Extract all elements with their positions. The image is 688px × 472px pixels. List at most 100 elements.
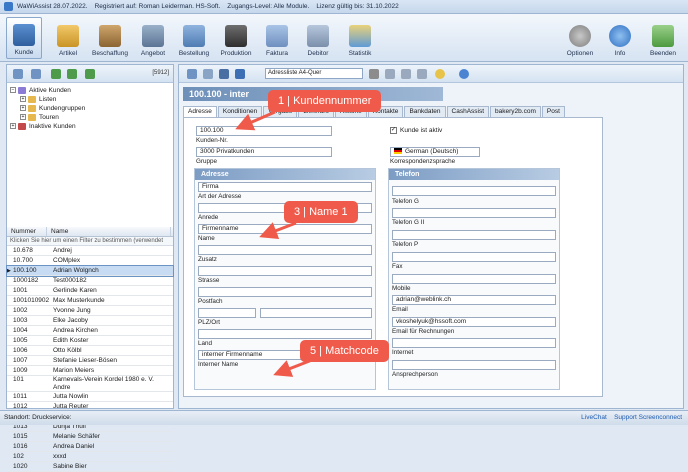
- copy-icon[interactable]: [203, 69, 213, 79]
- table-row[interactable]: ▶ 100.100 Adrian Wolgnch: [6, 265, 174, 277]
- chat-icon[interactable]: [435, 69, 445, 79]
- expand-toggle-icon[interactable]: +: [20, 96, 26, 102]
- expand-icon[interactable]: [31, 69, 41, 79]
- toolbar-kunde-button[interactable]: Kunde: [6, 17, 42, 59]
- print-icon[interactable]: [369, 69, 379, 79]
- fax-input[interactable]: [392, 252, 556, 262]
- table-row[interactable]: 1009 Marion Meiers: [7, 366, 173, 376]
- tree-item-groups[interactable]: + Kundengruppen: [20, 104, 85, 112]
- table-row[interactable]: 10.678 Andrej: [7, 246, 173, 256]
- pobox-input[interactable]: [198, 287, 372, 297]
- table-row[interactable]: 101 Karnevals-Verein Kordel 1980 e. V. An…: [7, 376, 173, 392]
- country-input[interactable]: [198, 329, 372, 339]
- filter-up-icon[interactable]: [85, 69, 95, 79]
- internet-input[interactable]: [392, 338, 556, 348]
- grid-filter-row[interactable]: Klicken Sie hier um einen Filter zu best…: [7, 237, 173, 246]
- cell-name: Edith Koster: [53, 337, 89, 344]
- contact-input[interactable]: [392, 360, 556, 370]
- phone-g2-input[interactable]: [392, 208, 556, 218]
- toolbar-produktion-button[interactable]: Produktion: [218, 17, 254, 59]
- tab-bankdaten[interactable]: Bankdaten: [404, 106, 446, 117]
- pobox-label: Postfach: [198, 298, 223, 305]
- expand-toggle-icon[interactable]: +: [10, 123, 16, 129]
- table-row[interactable]: 1020 Sabine Bier: [7, 462, 173, 472]
- city-input[interactable]: [260, 308, 372, 318]
- livechat-link[interactable]: LiveChat: [581, 414, 607, 421]
- toolbar-artikel-button[interactable]: Artikel: [50, 17, 86, 59]
- tab-post[interactable]: Post: [541, 106, 565, 117]
- table-row[interactable]: 1005 Edith Koster: [7, 336, 173, 346]
- main-toolbar: Kunde Artikel Beschaffung Angebot Bestel…: [0, 14, 688, 62]
- preview-icon[interactable]: [385, 69, 395, 79]
- addition-input[interactable]: [198, 245, 372, 255]
- save-icon[interactable]: [219, 69, 229, 79]
- tab-konditionen[interactable]: Konditionen: [217, 106, 263, 117]
- expand-toggle-icon[interactable]: +: [20, 105, 26, 111]
- tree-item-tours[interactable]: + Touren: [20, 113, 59, 121]
- mobile-input[interactable]: [392, 274, 556, 284]
- table-row[interactable]: 1003 Elke Jacoby: [7, 316, 173, 326]
- group-select[interactable]: 3000 Privatkunden: [196, 147, 332, 157]
- table-row[interactable]: 1015 Melanie Schäfer: [7, 432, 173, 442]
- table-row[interactable]: 1001010902 Max Musterkunde: [7, 296, 173, 306]
- customer-number-input[interactable]: 100.100: [196, 126, 332, 136]
- toolbar-statistik-button[interactable]: Statistik: [343, 17, 377, 59]
- filter-down-icon[interactable]: [51, 69, 61, 79]
- toolbar-beenden-button[interactable]: Beenden: [646, 17, 680, 59]
- table-row[interactable]: 1016 Andrea Daniel: [7, 442, 173, 452]
- help-icon[interactable]: [459, 69, 469, 79]
- column-name-header[interactable]: Name: [47, 227, 171, 236]
- active-checkbox[interactable]: ✓ Kunde ist aktiv: [390, 127, 442, 134]
- zip-input[interactable]: [198, 308, 256, 318]
- email-label: Email: [392, 306, 408, 313]
- collapse-icon[interactable]: [13, 69, 23, 79]
- tree-item-lists[interactable]: + Listen: [20, 95, 56, 103]
- table-row[interactable]: 1000182 Test000182: [7, 276, 173, 286]
- callout-matchcode: 5 | Matchcode: [300, 340, 389, 362]
- invoice-email-input[interactable]: vkoshelyuk@hssoft.com: [392, 317, 556, 327]
- cell-number: 1001: [13, 287, 28, 294]
- filter-icon[interactable]: [67, 69, 77, 79]
- support-link[interactable]: Support Screenconnect: [614, 414, 682, 421]
- name-input[interactable]: Firmenname: [198, 224, 372, 234]
- tree-item-inactive[interactable]: + Inaktive Kunden: [10, 122, 76, 130]
- cell-name: Adrian Wolgnch: [53, 267, 99, 274]
- table-row[interactable]: 102 xxxd: [7, 452, 173, 462]
- procurement-icon: [99, 25, 121, 47]
- table-row[interactable]: 1006 Otto Kölbl: [7, 346, 173, 356]
- document-icon[interactable]: [401, 69, 411, 79]
- report-select[interactable]: Adressliste A4-Quer: [265, 68, 363, 79]
- toolbar-info-label: Info: [614, 50, 626, 57]
- table-row[interactable]: 1001 Gerlinde Karen: [7, 286, 173, 296]
- address-type-select[interactable]: Firma: [198, 182, 372, 192]
- toolbar-angebot-button[interactable]: Angebot: [136, 17, 170, 59]
- toolbar-info-button[interactable]: Info: [606, 17, 634, 59]
- tree-item-active[interactable]: − Aktive Kunden: [10, 86, 71, 94]
- cell-name: Melanie Schäfer: [53, 433, 100, 440]
- toolbar-debitor-button[interactable]: Debitor: [302, 17, 334, 59]
- phone-p-input[interactable]: [392, 230, 556, 240]
- street-input[interactable]: [198, 266, 372, 276]
- order-icon: [183, 25, 205, 47]
- export-icon[interactable]: [417, 69, 427, 79]
- collapse-toggle-icon[interactable]: −: [10, 87, 16, 93]
- table-row[interactable]: 1011 Jutta Nowlin: [7, 392, 173, 402]
- table-row[interactable]: 1004 Andrea Kirchen: [7, 326, 173, 336]
- tab-bakery2b[interactable]: bakery2b.com: [490, 106, 541, 117]
- add-icon[interactable]: [187, 69, 197, 79]
- expand-toggle-icon[interactable]: +: [20, 114, 26, 120]
- toolbar-angebot-label: Angebot: [140, 50, 166, 57]
- table-row[interactable]: 10.700 COMplex: [7, 256, 173, 266]
- toolbar-optionen-button[interactable]: Optionen: [563, 17, 597, 59]
- toolbar-bestellung-button[interactable]: Bestellung: [175, 17, 213, 59]
- toolbar-beschaffung-button[interactable]: Beschaffung: [88, 17, 132, 59]
- table-row[interactable]: 1007 Stefanie Lieser-Bösen: [7, 356, 173, 366]
- column-number-header[interactable]: Nummer: [7, 227, 47, 236]
- tab-cashassist[interactable]: CashAssist: [446, 106, 490, 117]
- phone-g-input[interactable]: [392, 186, 556, 196]
- email-input[interactable]: adrian@weblink.ch: [392, 295, 556, 305]
- refresh-icon[interactable]: [235, 69, 245, 79]
- toolbar-faktura-button[interactable]: Faktura: [262, 17, 292, 59]
- language-select[interactable]: German (Deutsch): [390, 147, 480, 157]
- table-row[interactable]: 1002 Yvonne Jung: [7, 306, 173, 316]
